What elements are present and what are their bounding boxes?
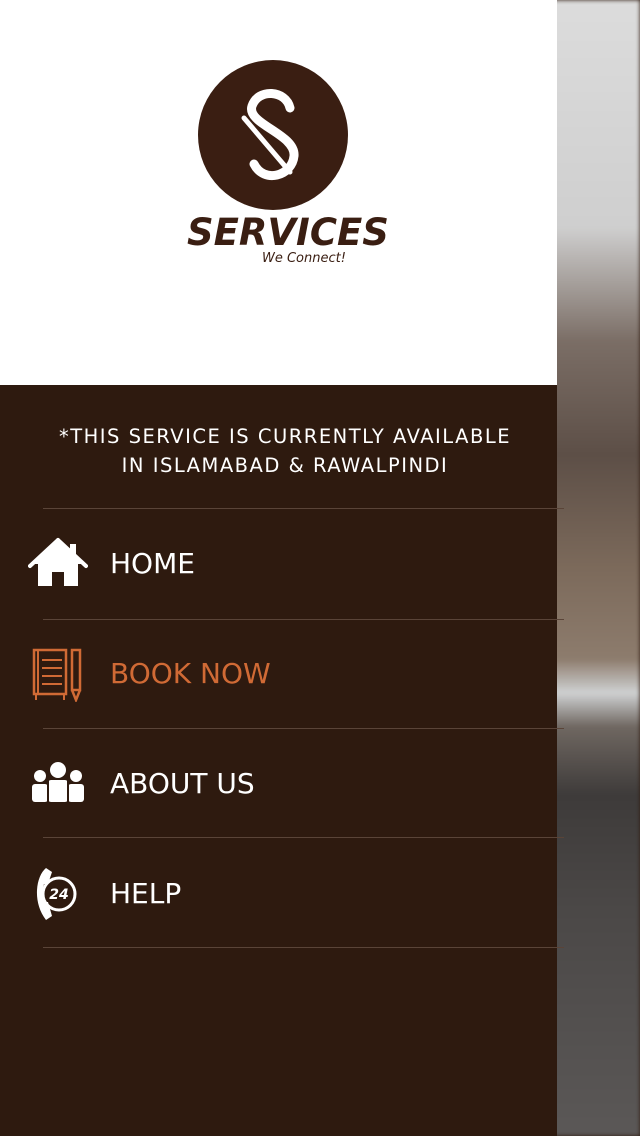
menu-item-label: ABOUT US: [110, 767, 255, 800]
notice-line-2: IN ISLAMABAD & RAWALPINDI: [121, 454, 449, 477]
home-icon: [28, 536, 88, 592]
s-logo-icon: [241, 89, 299, 180]
menu-item-about-us[interactable]: ABOUT US: [0, 730, 557, 838]
phone-24-icon: 24: [28, 866, 88, 922]
menu-item-book-now[interactable]: BOOK NOW: [0, 620, 557, 728]
divider: [43, 508, 564, 509]
navigation-drawer: SERVICES We Connect! *THIS SERVICE IS CU…: [0, 0, 564, 1136]
notice-line-1: *THIS SERVICE IS CURRENTLY AVAILABLE: [58, 425, 512, 448]
menu-item-label: BOOK NOW: [110, 657, 271, 690]
menu-item-help[interactable]: 24 HELP: [0, 840, 557, 948]
menu-item-label: HELP: [110, 877, 182, 910]
book-icon: [28, 646, 88, 704]
divider: [43, 947, 564, 948]
menu-item-home[interactable]: HOME: [0, 510, 557, 618]
menu-item-label: HOME: [110, 547, 195, 580]
logo-header: SERVICES We Connect!: [0, 0, 557, 385]
brand-tagline: We Connect!: [262, 251, 346, 266]
divider: [43, 837, 564, 838]
help-icon-text: 24: [49, 887, 68, 903]
divider: [43, 728, 564, 729]
people-icon: [28, 756, 88, 812]
background-app-content[interactable]: [550, 0, 640, 1136]
logo-mark: [198, 60, 348, 210]
service-area-notice: *THIS SERVICE IS CURRENTLY AVAILABLE IN …: [20, 422, 550, 480]
